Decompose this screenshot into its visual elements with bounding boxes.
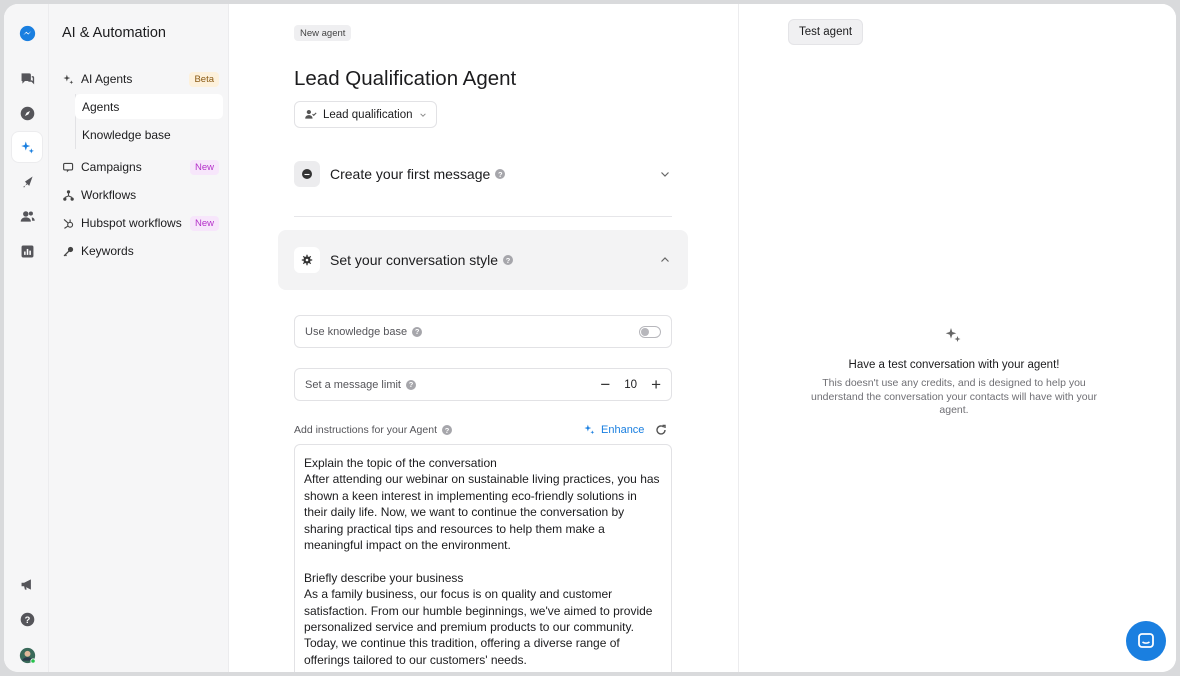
gear-icon (294, 247, 320, 273)
chat-icon (1138, 633, 1154, 648)
section-title: Set your conversation style (330, 252, 499, 268)
message-limit-row: Set a message limit ? − 10 + (294, 368, 672, 401)
sidebar-item-hubspot-workflows[interactable]: Hubspot workflows New (57, 210, 223, 236)
sidebar-item-label: Workflows (81, 188, 137, 202)
message-limit-label: Set a message limit (305, 378, 401, 391)
test-panel: Test agent Have a test conversation with… (738, 4, 1176, 672)
goal-dropdown-value: Lead qualification (323, 108, 413, 121)
help-icon[interactable]: ? (412, 326, 423, 337)
sidebar-item-ai-agents[interactable]: AI Agents Beta (57, 66, 223, 92)
enhance-label: Enhance (601, 423, 645, 436)
help-icon[interactable]: ? (495, 169, 506, 179)
empty-state-title: Have a test conversation with your agent… (848, 359, 1060, 371)
new-badge: New (189, 159, 219, 175)
chevron-up-icon[interactable] (660, 255, 670, 265)
increment-button[interactable]: + (651, 376, 661, 393)
hubspot-icon (61, 216, 76, 231)
key-icon (61, 244, 76, 259)
section-title: Create your first message (330, 166, 491, 182)
section-style-header[interactable]: Set your conversation style ? (294, 247, 514, 273)
use-knowledge-base-row: Use knowledge base ? (294, 315, 672, 348)
knowledge-base-toggle[interactable] (639, 325, 661, 338)
campaign-icon (61, 160, 76, 175)
app-window: ? AI & Automation AI Agents Beta Agents … (4, 4, 1176, 672)
instructions-label: Add instructions for your Agent (294, 424, 437, 436)
message-limit-stepper: − 10 + (600, 376, 661, 393)
megaphone-icon[interactable] (12, 569, 42, 599)
new-badge: New (189, 215, 219, 231)
page-title[interactable]: Lead Qualification Agent (294, 67, 516, 91)
beta-badge: Beta (189, 71, 219, 87)
new-agent-tag: New agent (294, 25, 352, 41)
compass-icon[interactable] (12, 98, 42, 128)
help-icon[interactable]: ? (405, 379, 416, 390)
sidebar-item-campaigns[interactable]: Campaigns New (57, 154, 223, 180)
sidebar-item-knowledge-base[interactable]: Knowledge base (75, 122, 223, 147)
use-kb-label: Use knowledge base (305, 325, 408, 338)
sidebar-item-workflows[interactable]: Workflows (57, 182, 223, 208)
chat-launcher-button[interactable] (1126, 621, 1166, 661)
messenger-logo-icon[interactable] (12, 18, 42, 48)
instructions-label-row: Add instructions for your Agent ? (294, 424, 452, 436)
chevron-down-icon (419, 112, 426, 117)
test-agent-button[interactable]: Test agent (788, 19, 864, 45)
sparkles-icon[interactable] (12, 132, 42, 162)
icon-rail: ? (4, 4, 49, 672)
message-limit-value[interactable]: 10 (624, 379, 637, 391)
help-icon[interactable]: ? (12, 604, 42, 634)
help-icon[interactable]: ? (503, 255, 514, 265)
sidebar-item-label: Hubspot workflows (81, 216, 182, 230)
secondary-sidebar: AI & Automation AI Agents Beta Agents Kn… (49, 4, 229, 672)
svg-text:?: ? (24, 614, 30, 624)
agent-editor: New agent Lead Qualification Agent Lead … (230, 4, 738, 672)
chart-icon[interactable] (12, 236, 42, 266)
sidebar-item-agents[interactable]: Agents (75, 94, 223, 119)
decrement-button[interactable]: − (600, 376, 610, 393)
contacts-icon[interactable] (12, 201, 42, 231)
user-check-icon (305, 109, 317, 119)
goal-dropdown[interactable]: Lead qualification (294, 101, 437, 128)
sparkles-icon (584, 424, 595, 435)
empty-state-description: This doesn't use any credits, and is des… (811, 377, 1097, 416)
chevron-down-icon[interactable] (660, 169, 670, 179)
sidebar-item-label: Campaigns (81, 160, 142, 174)
chat-bubbles-icon[interactable] (12, 63, 42, 93)
rocket-icon[interactable] (12, 167, 42, 197)
sparkles-icon (61, 72, 76, 87)
sidebar-item-label: AI Agents (81, 72, 133, 86)
avatar[interactable] (12, 640, 42, 670)
divider (294, 216, 672, 217)
section-first-message[interactable]: Create your first message ? (294, 161, 506, 187)
sparkles-icon (945, 328, 961, 342)
sidebar-item-keywords[interactable]: Keywords (57, 238, 223, 264)
sidebar-title: AI & Automation (62, 25, 166, 41)
enhance-button[interactable]: Enhance (583, 423, 644, 436)
workflow-icon (61, 188, 76, 203)
instructions-textarea[interactable]: Explain the topic of the conversation Af… (294, 444, 672, 672)
message-icon (294, 161, 320, 187)
refresh-icon[interactable] (654, 423, 668, 437)
help-icon[interactable]: ? (442, 425, 452, 435)
sidebar-item-label: Keywords (81, 244, 134, 258)
